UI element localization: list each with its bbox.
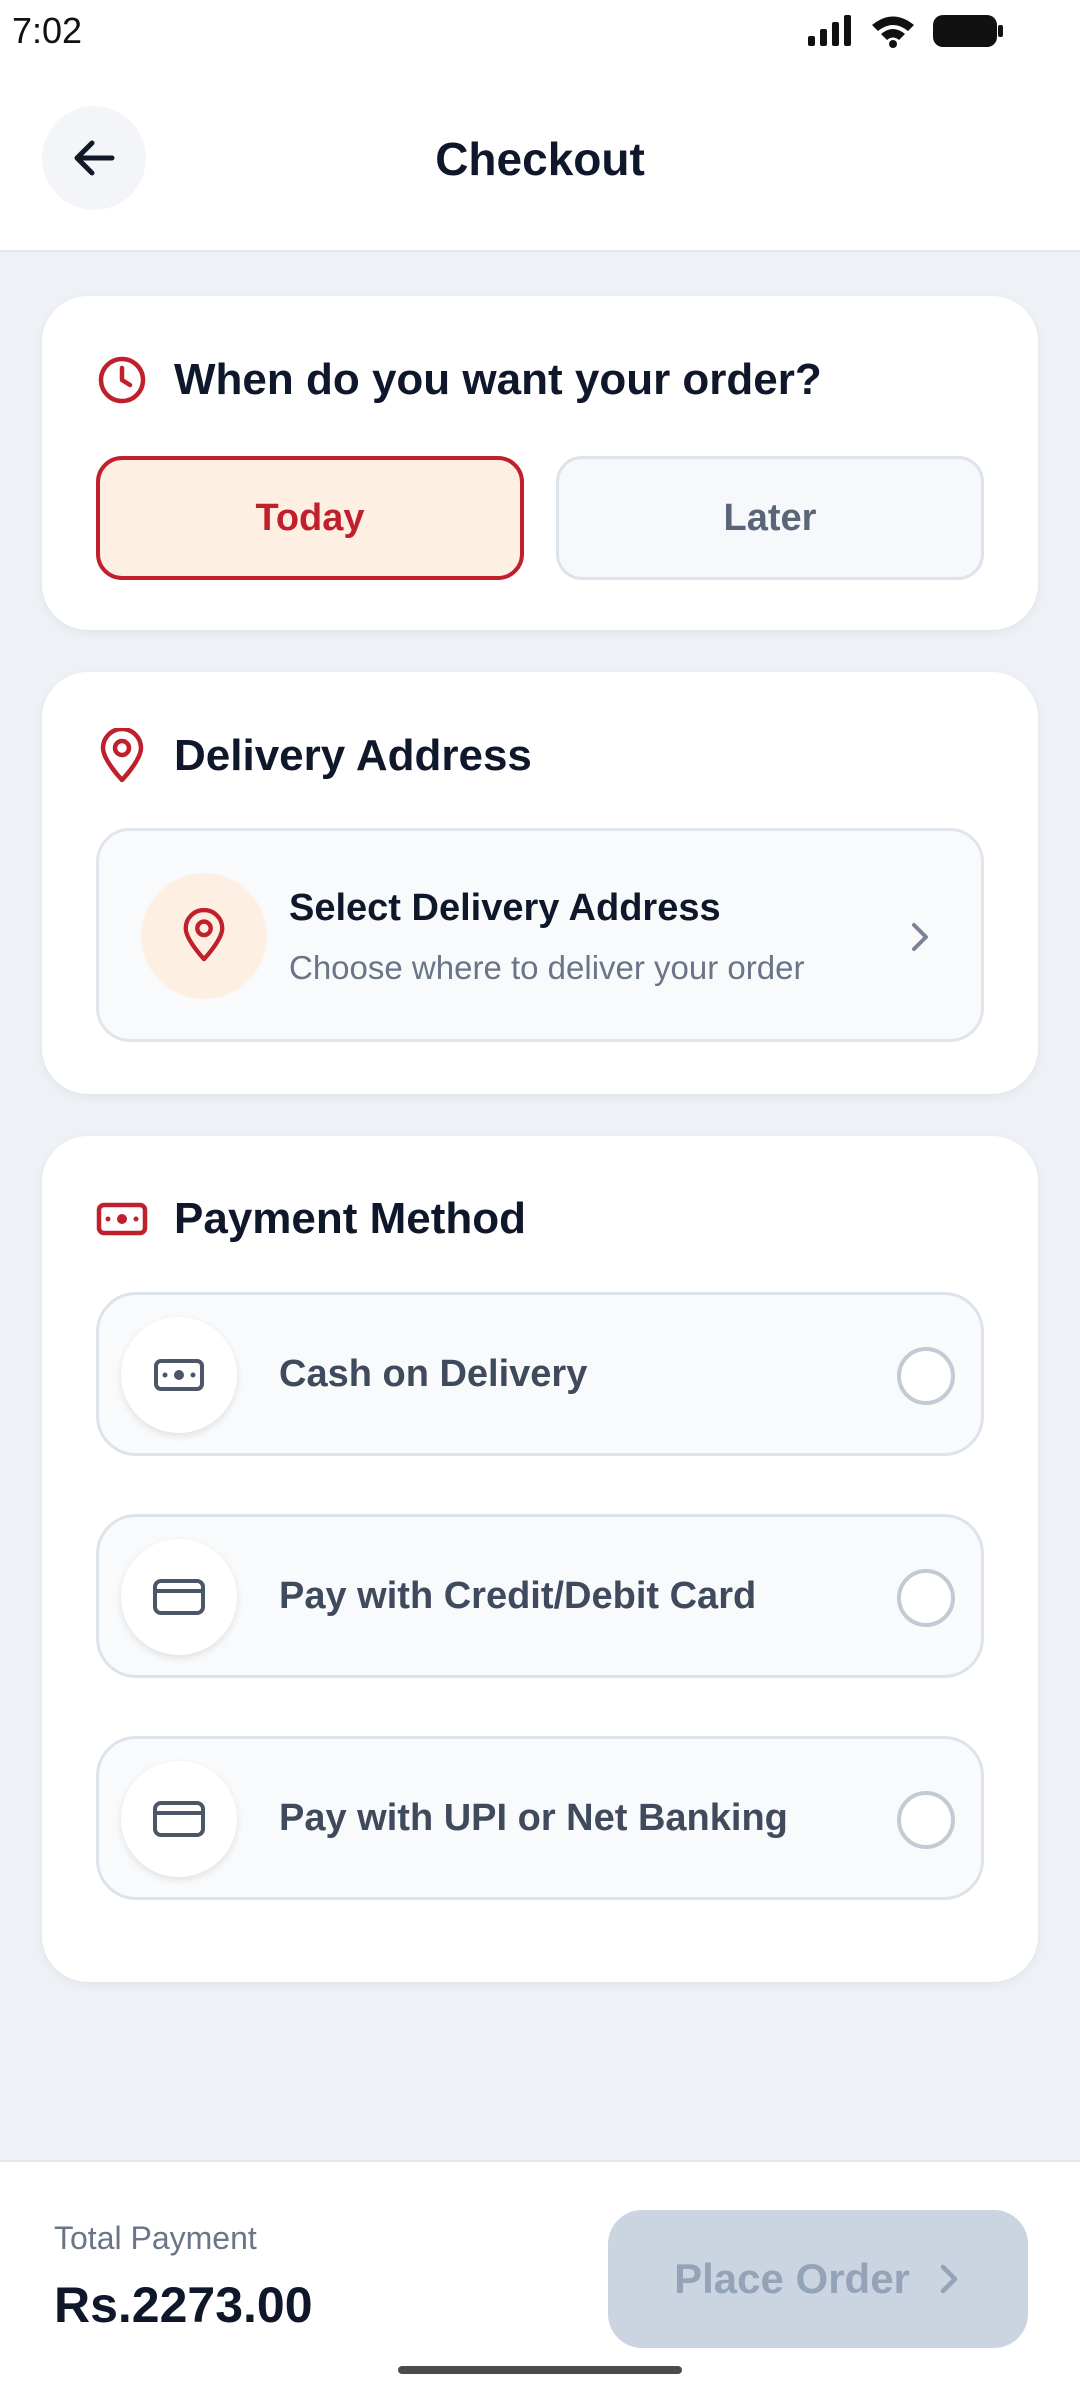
chevron-right-icon xyxy=(940,2264,958,2294)
delivery-time-header: When do you want your order? xyxy=(96,354,822,406)
payment-method-header: Payment Method xyxy=(96,1194,526,1244)
payment-method-card: Payment Method Cash on Delivery Pay with… xyxy=(42,1136,1038,1982)
select-address-button[interactable]: Select Delivery Address Choose where to … xyxy=(96,828,984,1042)
place-order-label: Place Order xyxy=(674,2255,910,2302)
checkout-footer: Total Payment Rs.2273.00 Place Order xyxy=(0,2160,1080,2400)
today-button[interactable]: Today xyxy=(96,456,524,580)
signal-icon xyxy=(808,15,851,46)
address-pin-badge xyxy=(141,873,267,999)
payment-radio[interactable] xyxy=(897,1347,955,1405)
payment-radio[interactable] xyxy=(897,1569,955,1627)
total-payment-label: Total Payment xyxy=(54,2220,257,2256)
payment-icon-badge xyxy=(121,1317,237,1433)
select-address-title: Select Delivery Address xyxy=(289,887,721,929)
battery-icon xyxy=(933,15,1003,47)
card-icon xyxy=(153,1579,205,1615)
delivery-address-card: Delivery Address Select Delivery Address… xyxy=(42,672,1038,1094)
total-payment-value: Rs.2273.00 xyxy=(54,2277,313,2333)
location-pin-icon xyxy=(100,728,144,783)
status-bar: 7:02 xyxy=(0,0,1080,62)
wifi-icon xyxy=(872,16,914,48)
cash-icon xyxy=(154,1359,204,1391)
card-icon xyxy=(153,1801,205,1837)
payment-option-upi[interactable]: Pay with UPI or Net Banking xyxy=(96,1736,984,1900)
app-bar: Checkout xyxy=(0,62,1080,252)
delivery-address-header: Delivery Address xyxy=(96,728,532,784)
later-button[interactable]: Later xyxy=(556,456,984,580)
status-icons xyxy=(806,14,1004,48)
delivery-time-title: When do you want your order? xyxy=(174,355,822,404)
location-pin-icon xyxy=(183,908,225,962)
payment-option-cash[interactable]: Cash on Delivery xyxy=(96,1292,984,1456)
payment-option-card[interactable]: Pay with Credit/Debit Card xyxy=(96,1514,984,1678)
page-title: Checkout xyxy=(435,133,645,185)
clock-icon xyxy=(98,356,146,404)
select-address-subtitle: Choose where to deliver your order xyxy=(289,949,805,986)
home-indicator[interactable] xyxy=(398,2366,682,2374)
chevron-right-icon xyxy=(912,923,928,951)
payment-icon-badge xyxy=(121,1761,237,1877)
payment-option-label: Cash on Delivery xyxy=(279,1353,588,1395)
delivery-time-card: When do you want your order? Today Later xyxy=(42,296,1038,630)
payment-radio[interactable] xyxy=(897,1791,955,1849)
cash-icon xyxy=(96,1202,148,1236)
delivery-address-title: Delivery Address xyxy=(174,731,532,780)
payment-method-title: Payment Method xyxy=(174,1194,527,1243)
payment-icon-badge xyxy=(121,1539,237,1655)
status-time: 7:02 xyxy=(12,10,83,51)
payment-option-label: Pay with UPI or Net Banking xyxy=(279,1797,788,1839)
place-order-button[interactable]: Place Order xyxy=(608,2210,1028,2348)
payment-option-label: Pay with Credit/Debit Card xyxy=(279,1575,757,1617)
